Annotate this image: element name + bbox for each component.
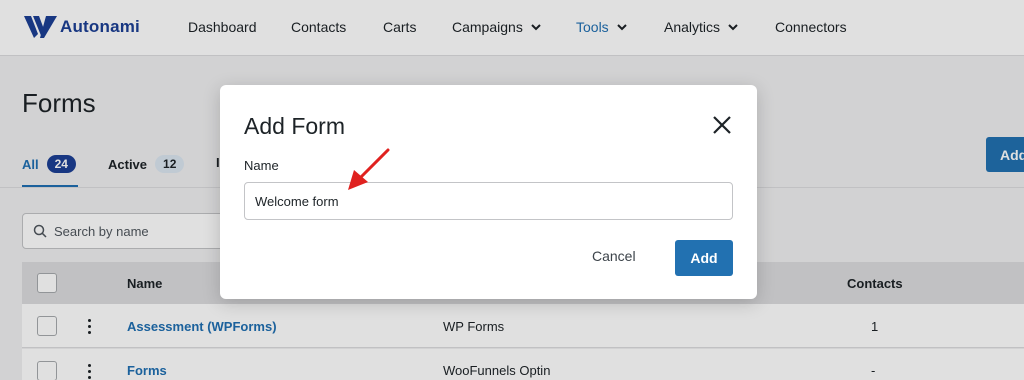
add-button[interactable]: Add [675, 240, 733, 276]
name-field-label: Name [244, 158, 279, 173]
cancel-button[interactable]: Cancel [592, 248, 636, 264]
form-name-input[interactable] [244, 182, 733, 220]
dialog-title: Add Form [244, 113, 345, 139]
add-form-dialog: Add Form Name Cancel Add [220, 85, 757, 299]
close-icon[interactable] [712, 115, 732, 135]
annotation-arrow-icon [348, 148, 390, 190]
